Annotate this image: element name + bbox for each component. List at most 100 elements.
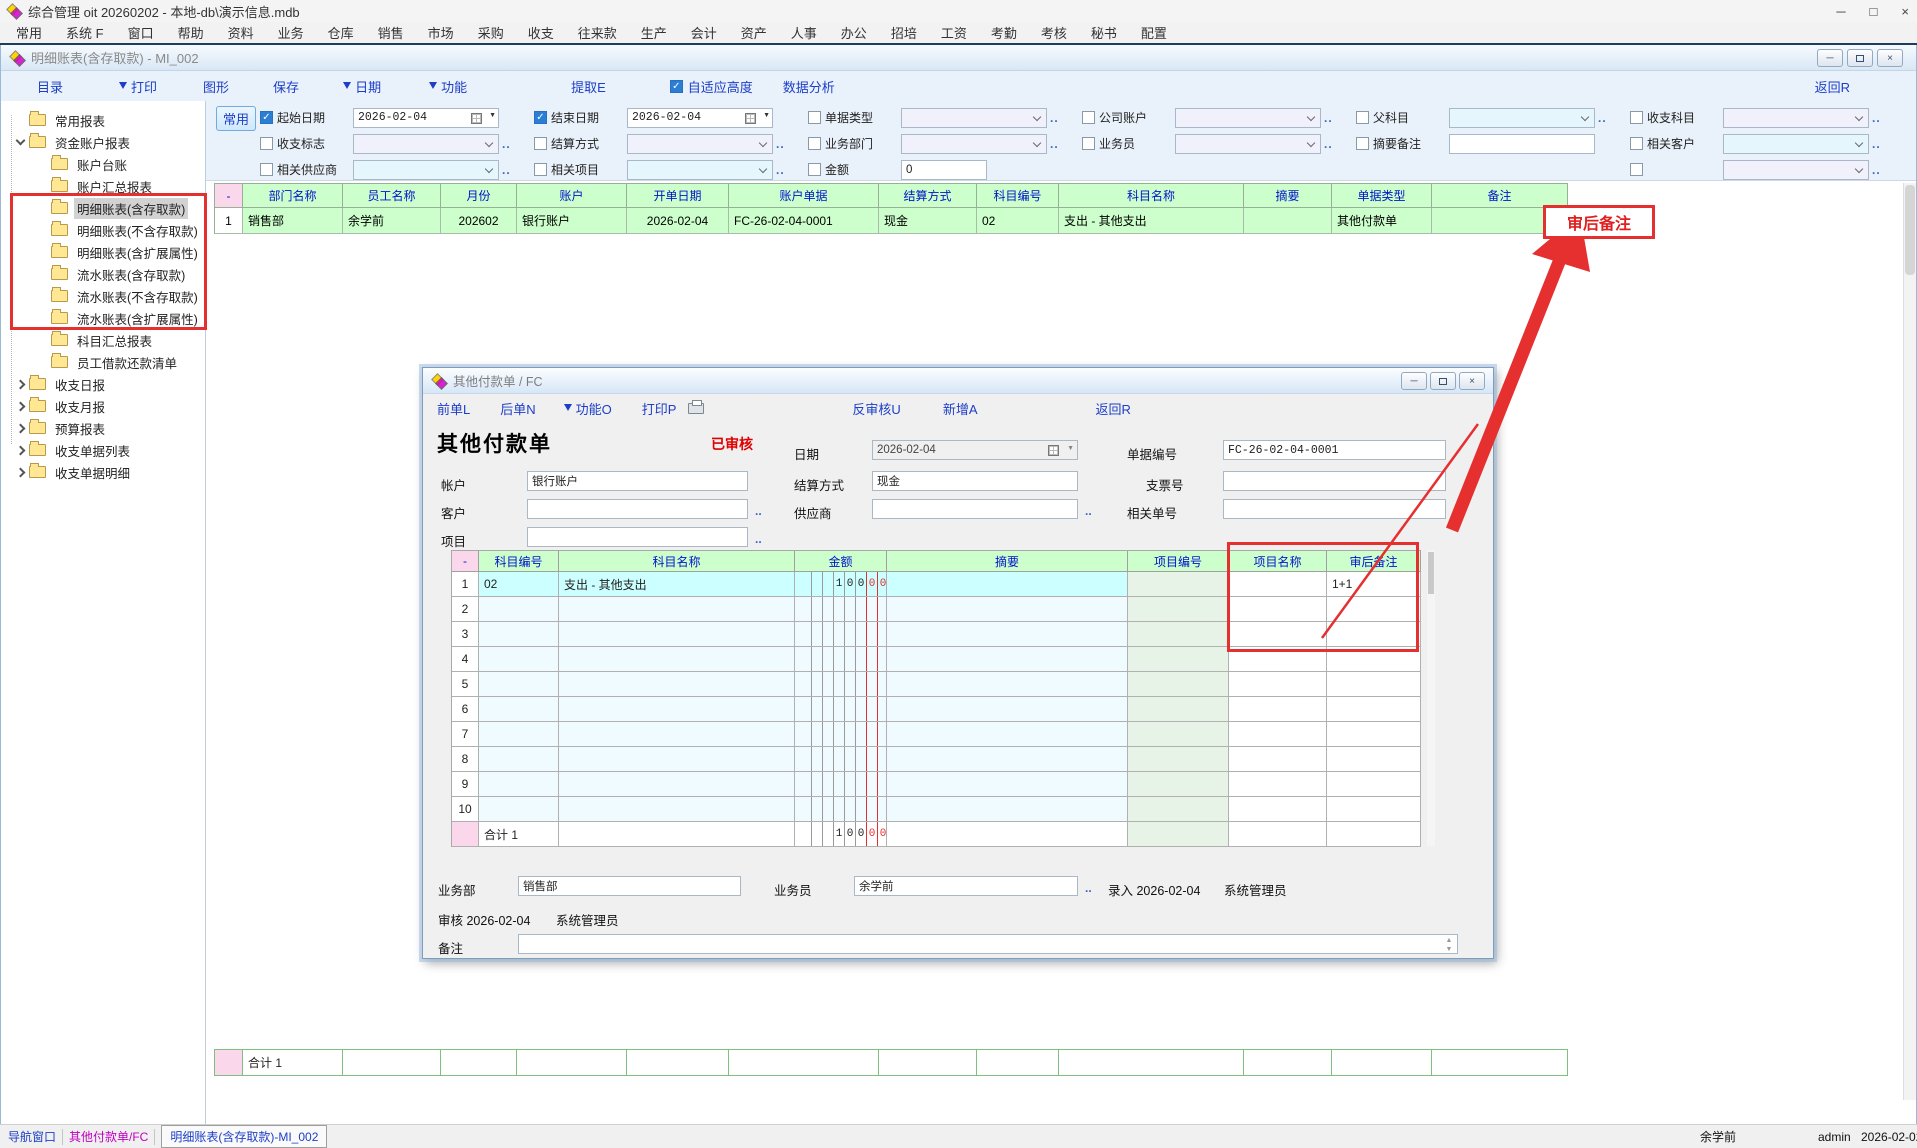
tree-item[interactable]: 明细账表(含存取款) bbox=[1, 197, 205, 219]
ellipsis-button[interactable]: .. bbox=[1085, 881, 1092, 895]
ellipsis-button[interactable]: .. bbox=[1872, 137, 1881, 151]
dialog-grid-cell[interactable] bbox=[887, 697, 1128, 722]
dialog-grid-cell[interactable] bbox=[1128, 772, 1229, 797]
dialog-grid-row[interactable]: 9 bbox=[452, 772, 1421, 797]
menu-item-19[interactable]: 考勤 bbox=[979, 21, 1029, 44]
tree-item[interactable]: 科目汇总报表 bbox=[1, 329, 205, 351]
checkbox[interactable] bbox=[808, 111, 821, 124]
dialog-grid-row[interactable]: 7 bbox=[452, 722, 1421, 747]
close-icon[interactable]: × bbox=[1901, 4, 1909, 19]
dialog-grid-cell[interactable] bbox=[1128, 797, 1229, 822]
dialog-grid-cell[interactable] bbox=[887, 822, 1128, 847]
checkbox[interactable] bbox=[260, 137, 273, 150]
menu-item-14[interactable]: 资产 bbox=[729, 21, 779, 44]
combo-box[interactable] bbox=[1723, 160, 1869, 180]
ellipsis-button[interactable]: .. bbox=[755, 532, 762, 546]
dialog-grid-cell[interactable] bbox=[1128, 572, 1229, 597]
dialog-grid-cell[interactable] bbox=[559, 772, 795, 797]
tree-item[interactable]: 流水账表(含扩展属性) bbox=[1, 307, 205, 329]
dialog-grid-cell[interactable] bbox=[559, 647, 795, 672]
menu-item-7[interactable]: 销售 bbox=[366, 21, 416, 44]
tree-item[interactable]: 收支单据明细 bbox=[1, 461, 205, 483]
menu-item-11[interactable]: 往来款 bbox=[566, 21, 629, 44]
maximize-icon[interactable]: □ bbox=[1870, 4, 1878, 19]
dialog-grid-cell[interactable] bbox=[1327, 672, 1421, 697]
expander-icon[interactable] bbox=[16, 423, 26, 433]
print-button[interactable]: 打印 bbox=[131, 77, 157, 96]
prev-doc-button[interactable]: 前单L bbox=[437, 399, 470, 418]
ellipsis-button[interactable]: .. bbox=[1598, 111, 1607, 125]
menu-item-15[interactable]: 人事 bbox=[779, 21, 829, 44]
expander-icon[interactable] bbox=[16, 136, 26, 146]
dialog-grid-cell[interactable] bbox=[1128, 747, 1229, 772]
ellipsis-button[interactable]: .. bbox=[502, 137, 511, 151]
save-button[interactable]: 保存 bbox=[273, 77, 299, 96]
menu-item-13[interactable]: 会计 bbox=[679, 21, 729, 44]
dialog-grid-cell[interactable]: 3 bbox=[452, 622, 479, 647]
checkbox[interactable] bbox=[1630, 163, 1643, 176]
dialog-grid-cell[interactable] bbox=[887, 622, 1128, 647]
dialog-grid-cell[interactable] bbox=[479, 597, 559, 622]
dialog-grid-cell[interactable] bbox=[1327, 772, 1421, 797]
menu-item-12[interactable]: 生产 bbox=[629, 21, 679, 44]
menu-item-8[interactable]: 市场 bbox=[416, 21, 466, 44]
tree-item[interactable]: 明细账表(不含存取款) bbox=[1, 219, 205, 241]
ellipsis-button[interactable]: .. bbox=[1324, 137, 1333, 151]
checkbox[interactable] bbox=[1630, 111, 1643, 124]
combo-box[interactable] bbox=[353, 160, 499, 180]
expander-icon[interactable] bbox=[16, 467, 26, 477]
project-field[interactable] bbox=[527, 527, 748, 547]
dialog-grid-cell[interactable] bbox=[1128, 722, 1229, 747]
customer-field[interactable] bbox=[527, 499, 748, 519]
dialog-grid-cell[interactable] bbox=[479, 797, 559, 822]
dialog-grid-row[interactable]: 10 bbox=[452, 797, 1421, 822]
dialog-grid-cell[interactable] bbox=[559, 747, 795, 772]
checkbox[interactable] bbox=[1630, 137, 1643, 150]
checkbox[interactable] bbox=[1356, 111, 1369, 124]
dialog-grid-cell[interactable] bbox=[452, 822, 479, 847]
dialog-grid-cell[interactable] bbox=[559, 672, 795, 697]
menu-item-10[interactable]: 收支 bbox=[516, 21, 566, 44]
dialog-grid-cell[interactable] bbox=[1327, 747, 1421, 772]
dialog-grid-cell[interactable] bbox=[1327, 647, 1421, 672]
report-tab-active[interactable]: 明细账表(含存取款)-MI_002 bbox=[161, 1125, 327, 1148]
dialog-grid-cell[interactable]: 10000 bbox=[795, 572, 887, 597]
menu-item-1[interactable]: 系统 F bbox=[54, 21, 116, 44]
menu-item-2[interactable]: 窗口 bbox=[116, 21, 166, 44]
menu-item-4[interactable]: 资料 bbox=[216, 21, 266, 44]
dialog-grid-cell[interactable] bbox=[795, 722, 887, 747]
dialog-grid-cell[interactable] bbox=[795, 622, 887, 647]
combo-box[interactable] bbox=[1449, 108, 1595, 128]
dialog-grid-cell[interactable] bbox=[887, 672, 1128, 697]
dialog-restore-button[interactable] bbox=[1430, 372, 1456, 390]
account-field[interactable]: 银行账户 bbox=[527, 471, 748, 491]
dialog-grid-row[interactable]: 5 bbox=[452, 672, 1421, 697]
menu-item-22[interactable]: 配置 bbox=[1129, 21, 1179, 44]
report-row[interactable]: 1销售部余学前202602银行账户2026-02-04FC-26-02-04-0… bbox=[215, 208, 1568, 234]
calendar-icon[interactable] bbox=[745, 113, 756, 124]
ellipsis-button[interactable]: .. bbox=[776, 163, 785, 177]
dialog-grid-cell[interactable]: 02 bbox=[479, 572, 559, 597]
doc-no-field[interactable]: FC-26-02-04-0001 bbox=[1223, 440, 1446, 460]
dialog-total-row[interactable]: 合计 110000 bbox=[452, 822, 1421, 847]
dialog-grid-cell[interactable]: 1 bbox=[452, 572, 479, 597]
dialog-grid-cell[interactable] bbox=[1229, 822, 1327, 847]
extract-button[interactable]: 提取E bbox=[571, 77, 606, 96]
dialog-grid-cell[interactable] bbox=[1128, 622, 1229, 647]
checkbox[interactable] bbox=[534, 163, 547, 176]
tree-item[interactable]: 收支单据列表 bbox=[1, 439, 205, 461]
dialog-grid-cell[interactable] bbox=[1229, 647, 1327, 672]
checkbox[interactable] bbox=[1082, 111, 1095, 124]
dialog-grid-cell[interactable] bbox=[479, 772, 559, 797]
related-no-field[interactable] bbox=[1223, 499, 1446, 519]
clerk-field[interactable]: 余学前 bbox=[854, 876, 1078, 896]
date-field[interactable]: 2026-02-04 ▼ bbox=[872, 440, 1078, 460]
dialog-grid-cell[interactable] bbox=[1229, 622, 1327, 647]
dialog-grid-cell[interactable]: 合计 1 bbox=[479, 822, 559, 847]
dialog-grid-row[interactable]: 102支出 - 其他支出100001+1 bbox=[452, 572, 1421, 597]
dialog-grid-cell[interactable] bbox=[887, 597, 1128, 622]
dialog-grid-cell[interactable] bbox=[559, 822, 795, 847]
report-scrollbar[interactable] bbox=[1903, 183, 1916, 1100]
date-button[interactable]: 日期 bbox=[355, 77, 381, 96]
dialog-grid-cell[interactable] bbox=[1229, 772, 1327, 797]
